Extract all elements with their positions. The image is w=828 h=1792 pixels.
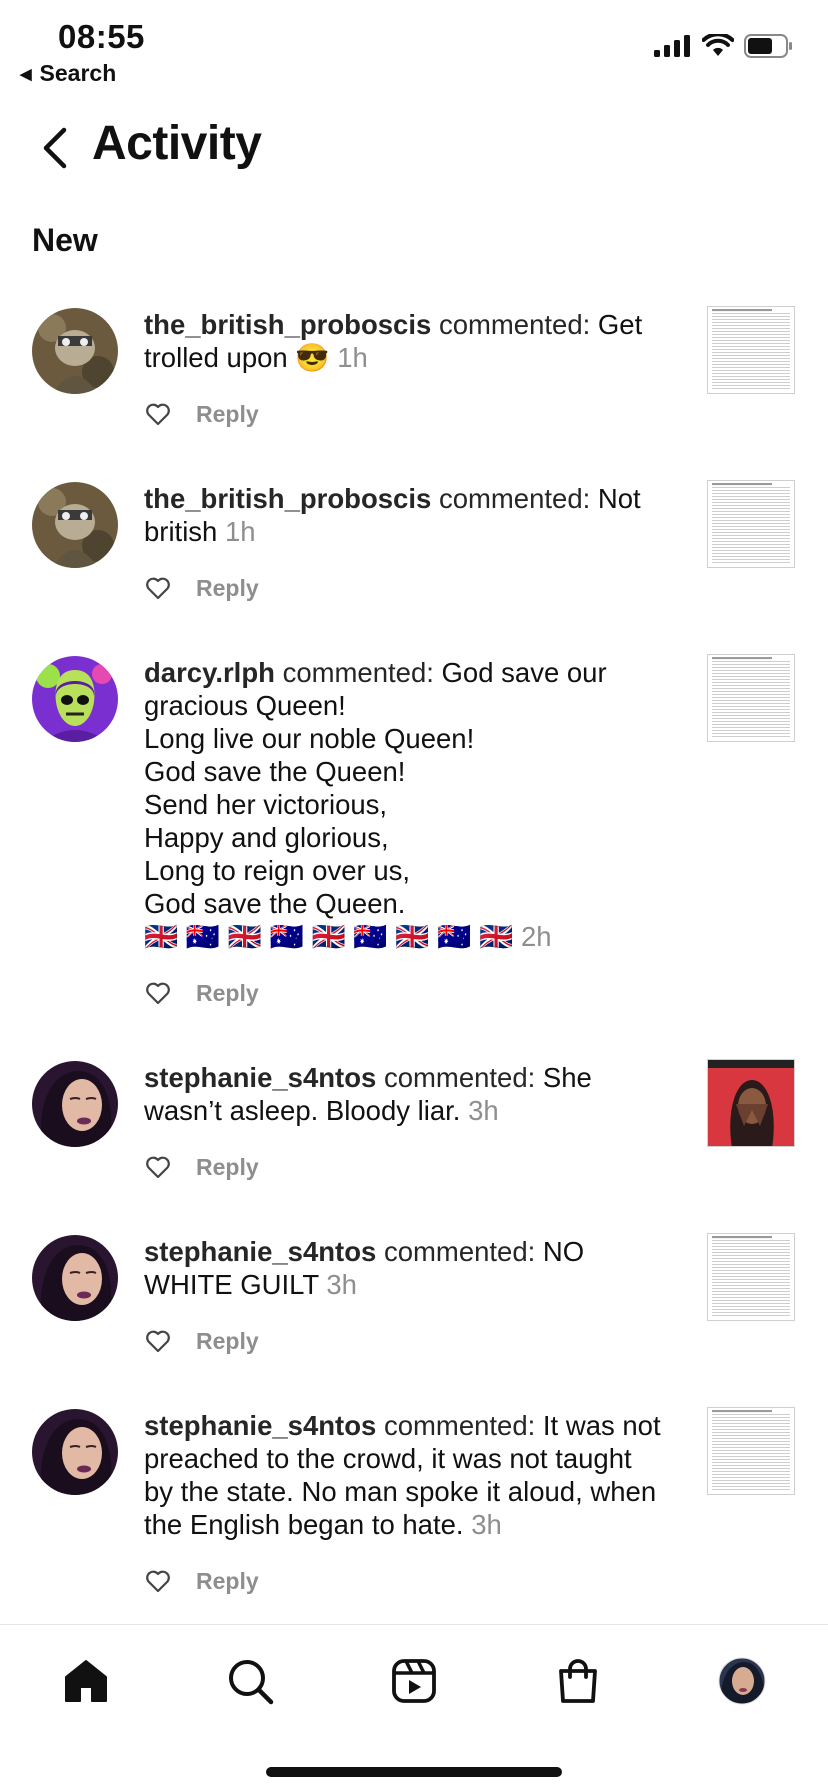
notification-text: stephanie_s4ntos commented: NO WHITE GUI… — [144, 1217, 668, 1301]
comment-actions: Reply — [144, 568, 668, 608]
heart-icon[interactable] — [144, 574, 172, 602]
status-time: 08:55 — [58, 18, 145, 55]
avatar[interactable] — [32, 1235, 118, 1321]
comment-actions: Reply — [144, 1321, 668, 1361]
notification-text: stephanie_s4ntos commented: She wasn’t a… — [144, 1043, 668, 1127]
post-thumbnail[interactable] — [707, 654, 795, 742]
wifi-icon — [702, 34, 734, 56]
timestamp: 3h — [468, 1095, 499, 1126]
system-icons — [654, 34, 794, 58]
cellular-signal-icon — [654, 35, 690, 57]
comment-actions: Reply — [144, 973, 668, 1013]
list-item[interactable]: darcy.rlph commented: God save our graci… — [0, 638, 828, 1043]
reels-icon — [392, 1659, 436, 1703]
timestamp: 1h — [337, 342, 368, 373]
tab-profile[interactable] — [714, 1653, 770, 1709]
comment-actions: Reply — [144, 1561, 668, 1601]
home-indicator[interactable] — [266, 1767, 562, 1777]
username[interactable]: the_british_proboscis — [144, 309, 431, 340]
post-thumbnail[interactable] — [707, 1407, 795, 1495]
heart-icon[interactable] — [144, 979, 172, 1007]
back-to-app-label: Search — [39, 60, 117, 86]
heart-icon[interactable] — [144, 400, 172, 428]
avatar[interactable] — [32, 1061, 118, 1147]
avatar[interactable] — [32, 482, 118, 568]
tab-bar — [0, 1624, 828, 1792]
reply-button[interactable]: Reply — [196, 575, 259, 602]
action-verb: commented: — [438, 309, 591, 340]
list-item[interactable]: stephanie_s4ntos commented: It was not p… — [0, 1391, 828, 1620]
comment-actions: Reply — [144, 1147, 668, 1187]
action-verb: commented: — [282, 657, 434, 688]
status-bar: 08:55 ◀ Search — [0, 0, 828, 92]
username[interactable]: darcy.rlph — [144, 657, 275, 688]
action-verb: commented: — [383, 1410, 536, 1441]
action-verb: commented: — [383, 1236, 536, 1267]
tab-home[interactable] — [58, 1653, 114, 1709]
profile-avatar — [718, 1657, 766, 1705]
action-verb: commented: — [383, 1062, 536, 1093]
home-icon — [65, 1660, 107, 1702]
comment-text: God save our gracious Queen! Long live o… — [144, 657, 607, 952]
avatar[interactable] — [32, 656, 118, 742]
list-item[interactable]: stephanie_s4ntos commented: She wasn’t a… — [0, 1043, 828, 1217]
notification-text: darcy.rlph commented: God save our graci… — [144, 638, 668, 953]
username[interactable]: stephanie_s4ntos — [144, 1062, 376, 1093]
reply-button[interactable]: Reply — [196, 1154, 259, 1181]
notification-text: stephanie_s4ntos commented: It was not p… — [144, 1391, 668, 1541]
reply-button[interactable]: Reply — [196, 1568, 259, 1595]
reply-button[interactable]: Reply — [196, 1328, 259, 1355]
timestamp: 2h — [520, 921, 552, 952]
heart-icon[interactable] — [144, 1153, 172, 1181]
username[interactable]: stephanie_s4ntos — [144, 1236, 376, 1267]
username[interactable]: the_british_proboscis — [144, 483, 431, 514]
tab-shop[interactable] — [550, 1653, 606, 1709]
shop-icon — [559, 1659, 597, 1703]
list-item[interactable]: the_british_proboscis commented: Not bri… — [0, 464, 828, 638]
post-thumbnail[interactable] — [707, 480, 795, 568]
comment-actions: Reply — [144, 394, 668, 434]
avatar[interactable] — [32, 308, 118, 394]
reply-button[interactable]: Reply — [196, 980, 259, 1007]
back-to-app-link[interactable]: ◀ Search — [20, 60, 116, 87]
back-triangle-icon: ◀ — [20, 65, 32, 83]
post-thumbnail[interactable] — [707, 1059, 795, 1147]
battery-icon — [744, 34, 792, 58]
tab-reels[interactable] — [386, 1653, 442, 1709]
heart-icon[interactable] — [144, 1327, 172, 1355]
action-verb: commented: — [438, 483, 591, 514]
notification-text: the_british_proboscis commented: Get tro… — [144, 290, 668, 374]
timestamp: 1h — [225, 516, 256, 547]
section-title: New — [32, 222, 98, 258]
back-button[interactable] — [36, 122, 76, 174]
search-icon — [229, 1660, 274, 1705]
list-item[interactable]: stephanie_s4ntos commented: NO WHITE GUI… — [0, 1217, 828, 1391]
avatar[interactable] — [32, 1409, 118, 1495]
timestamp: 3h — [471, 1509, 502, 1540]
notification-text: the_british_proboscis commented: Not bri… — [144, 464, 668, 548]
post-thumbnail[interactable] — [707, 306, 795, 394]
tab-search[interactable] — [222, 1653, 278, 1709]
username[interactable]: stephanie_s4ntos — [144, 1410, 376, 1441]
activity-list[interactable]: the_british_proboscis commented: Get tro… — [0, 290, 828, 1620]
post-thumbnail[interactable] — [707, 1233, 795, 1321]
timestamp: 3h — [326, 1269, 357, 1300]
page-title: Activity — [92, 117, 262, 170]
heart-icon[interactable] — [144, 1567, 172, 1595]
header: Activity — [0, 108, 828, 188]
reply-button[interactable]: Reply — [196, 401, 259, 428]
chevron-left-icon — [43, 127, 67, 169]
list-item[interactable]: the_british_proboscis commented: Get tro… — [0, 290, 828, 464]
